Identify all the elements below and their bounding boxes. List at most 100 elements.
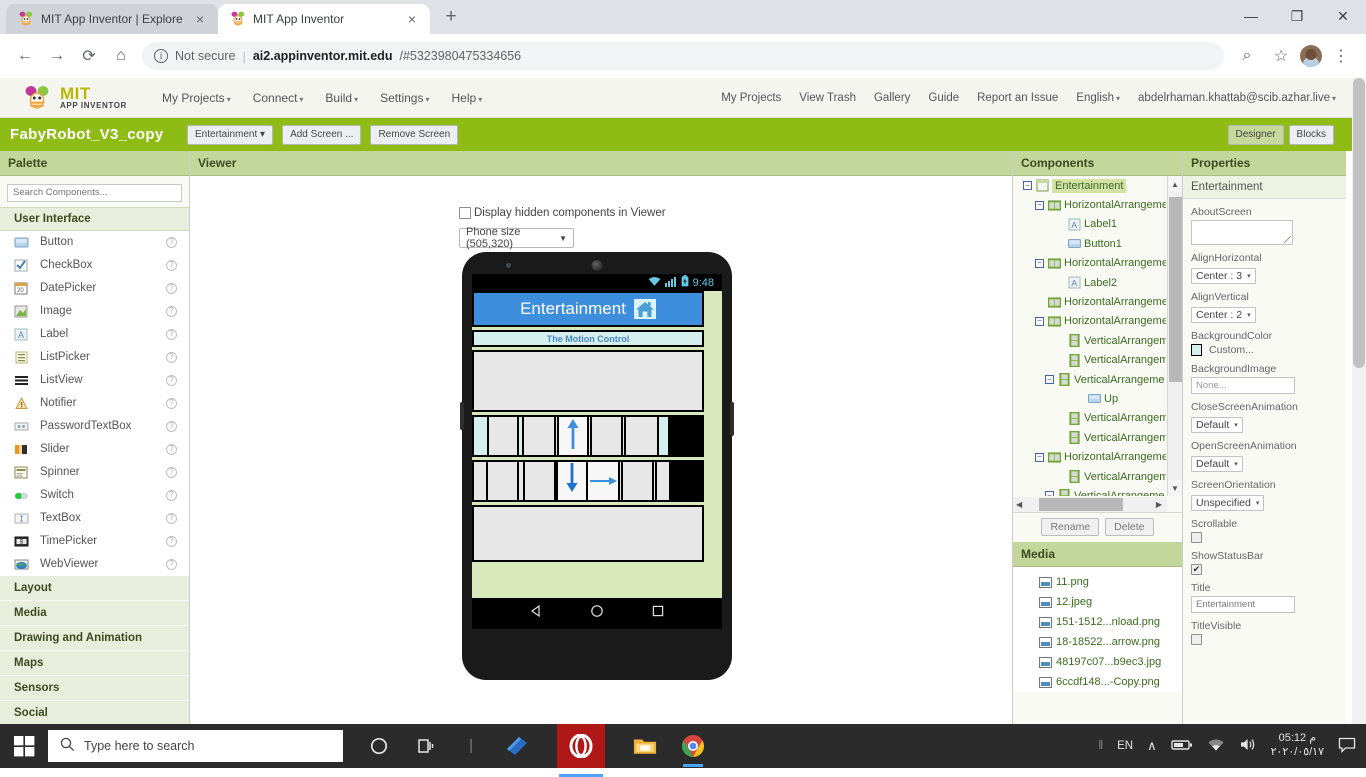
zoom-icon[interactable]: ⌕	[1232, 41, 1262, 71]
tree-hscroll-thumb[interactable]	[1039, 498, 1123, 511]
account-menu[interactable]: abdelrhaman.khattab@scib.azhar.live▾	[1138, 92, 1336, 104]
file-explorer-icon[interactable]	[633, 734, 657, 758]
palette-category-layout[interactable]: Layout	[0, 576, 189, 601]
palette-category-social[interactable]: Social	[0, 701, 189, 726]
link-report-issue[interactable]: Report an Issue	[977, 92, 1058, 104]
menu-my-projects[interactable]: My Projects▾	[162, 91, 231, 105]
display-hidden-components-row[interactable]: Display hidden components in Viewer	[459, 207, 666, 219]
palette-item-spinner[interactable]: Spinner ?	[0, 461, 189, 484]
openscreenanimation-select[interactable]: Default ▾	[1191, 456, 1243, 472]
tree-node-horizontalarrangement-4[interactable]: − HorizontalArrangeme	[1013, 312, 1166, 331]
new-tab-button[interactable]: +	[438, 4, 464, 30]
expander-icon[interactable]: −	[1035, 259, 1044, 268]
control-cell[interactable]	[487, 417, 517, 455]
expander-icon[interactable]: −	[1035, 201, 1044, 210]
menu-help[interactable]: Help▾	[452, 91, 483, 105]
bookmark-star-icon[interactable]: ☆	[1266, 41, 1296, 71]
media-item[interactable]: 12.jpeg	[1013, 592, 1182, 612]
screen-selector[interactable]: Entertainment ▾	[187, 125, 273, 145]
browser-tab-2[interactable]: MIT App Inventor ×	[218, 4, 430, 34]
designer-button[interactable]: Designer	[1228, 125, 1284, 145]
showstatusbar-checkbox[interactable]: ✔	[1191, 564, 1202, 575]
reload-icon[interactable]: ⟳	[74, 41, 104, 71]
opera-icon[interactable]	[557, 724, 605, 768]
browser-tab-1[interactable]: MIT App Inventor | Explore MIT A ×	[6, 4, 218, 34]
app-title-bar[interactable]: Entertainment	[472, 291, 704, 327]
delete-button[interactable]: Delete	[1105, 518, 1153, 536]
scrollable-checkbox[interactable]	[1191, 532, 1202, 543]
help-icon[interactable]: ?	[166, 306, 177, 317]
volume-icon[interactable]	[1239, 737, 1257, 755]
help-icon[interactable]: ?	[166, 559, 177, 570]
tree-node-horizontalarrangement-1[interactable]: − HorizontalArrangeme	[1013, 195, 1166, 214]
expander-icon[interactable]: −	[1045, 491, 1054, 496]
palette-item-button[interactable]: Button ?	[0, 231, 189, 254]
tree-node-horizontalarrangement-5[interactable]: − HorizontalArrangeme	[1013, 447, 1166, 466]
tree-node-horizontalarrangement-2[interactable]: − HorizontalArrangeme	[1013, 254, 1166, 273]
empty-arrangement-top[interactable]	[472, 350, 704, 412]
window-close-button[interactable]: ✕	[1320, 0, 1366, 32]
screenorientation-select[interactable]: Unspecified ▾	[1191, 495, 1264, 511]
tree-node-verticalarrangement-4[interactable]: VerticalArrangeme	[1013, 409, 1166, 428]
help-icon[interactable]: ?	[166, 237, 177, 248]
backgroundimage-field[interactable]: None...	[1191, 377, 1295, 394]
scroll-down-icon[interactable]: ▼	[1168, 480, 1182, 496]
tree-node-label2[interactable]: A Label2	[1013, 273, 1166, 292]
link-view-trash[interactable]: View Trash	[799, 92, 856, 104]
search-input[interactable]	[7, 184, 182, 202]
control-cell[interactable]	[621, 462, 652, 500]
windows-start-icon[interactable]	[0, 724, 48, 768]
palette-item-slider[interactable]: Slider ?	[0, 438, 189, 461]
info-icon[interactable]: i	[154, 49, 168, 63]
tree-vertical-scrollbar[interactable]: ▲ ▼	[1167, 176, 1182, 496]
control-cell[interactable]	[523, 462, 554, 500]
aboutscreen-textarea[interactable]	[1191, 220, 1293, 245]
tree-scroll-thumb[interactable]	[1169, 197, 1182, 382]
browser-tab-1-close-icon[interactable]: ×	[192, 12, 208, 26]
palette-section-user-interface[interactable]: User Interface	[0, 207, 189, 231]
link-gallery[interactable]: Gallery	[874, 92, 910, 104]
menu-build[interactable]: Build▾	[325, 91, 358, 105]
notification-icon[interactable]	[1338, 737, 1356, 756]
tree-node-up[interactable]: Up	[1013, 389, 1166, 408]
windows-explorer-icon[interactable]	[505, 734, 529, 758]
tree-horizontal-scrollbar[interactable]: ◀ ▶	[1013, 497, 1167, 512]
browser-menu-icon[interactable]: ⋮	[1326, 41, 1356, 71]
help-icon[interactable]: ?	[166, 375, 177, 386]
battery-icon[interactable]	[1171, 738, 1193, 755]
help-icon[interactable]: ?	[166, 467, 177, 478]
page-scrollbar[interactable]	[1352, 78, 1366, 768]
chrome-icon[interactable]	[681, 734, 705, 758]
language-indicator[interactable]: EN	[1117, 740, 1133, 752]
phone-size-select[interactable]: Phone size (505,320) ▼	[459, 228, 574, 248]
address-bar[interactable]: i Not secure | ai2.appinventor.mit.edu /…	[142, 42, 1224, 70]
link-guide[interactable]: Guide	[928, 92, 959, 104]
palette-item-notifier[interactable]: Notifier ?	[0, 392, 189, 415]
alignhorizontal-select[interactable]: Center : 3 ▾	[1191, 268, 1256, 284]
palette-item-checkbox[interactable]: CheckBox ?	[0, 254, 189, 277]
add-screen-button[interactable]: Add Screen ...	[282, 125, 361, 145]
browser-tab-2-close-icon[interactable]: ×	[404, 12, 420, 26]
palette-category-maps[interactable]: Maps	[0, 651, 189, 676]
control-cell[interactable]	[624, 417, 657, 455]
cortana-icon[interactable]	[367, 734, 391, 758]
tree-node-entertainment[interactable]: − Entertainment	[1013, 176, 1166, 195]
palette-item-listview[interactable]: ListView ?	[0, 369, 189, 392]
help-icon[interactable]: ?	[166, 260, 177, 271]
help-icon[interactable]: ?	[166, 513, 177, 524]
tree-node-horizontalarrangement-3[interactable]: HorizontalArrangeme	[1013, 292, 1166, 311]
media-item[interactable]: 6ccdf148...-Copy.png	[1013, 672, 1182, 692]
control-cell[interactable]	[590, 417, 621, 455]
help-icon[interactable]: ?	[166, 421, 177, 432]
alignvertical-select[interactable]: Center : 2 ▾	[1191, 307, 1256, 323]
page-scroll-thumb[interactable]	[1353, 78, 1365, 368]
window-maximize-button[interactable]: ❐	[1274, 0, 1320, 32]
palette-item-datepicker[interactable]: 20 DatePicker ?	[0, 277, 189, 300]
palette-item-timepicker[interactable]: TimePicker ?	[0, 530, 189, 553]
forward-icon[interactable]: →	[42, 41, 72, 71]
back-triangle-icon[interactable]	[529, 604, 543, 623]
menu-settings[interactable]: Settings▾	[380, 91, 429, 105]
help-icon[interactable]: ?	[166, 490, 177, 501]
help-icon[interactable]: ?	[166, 398, 177, 409]
control-cell[interactable]	[655, 462, 669, 500]
